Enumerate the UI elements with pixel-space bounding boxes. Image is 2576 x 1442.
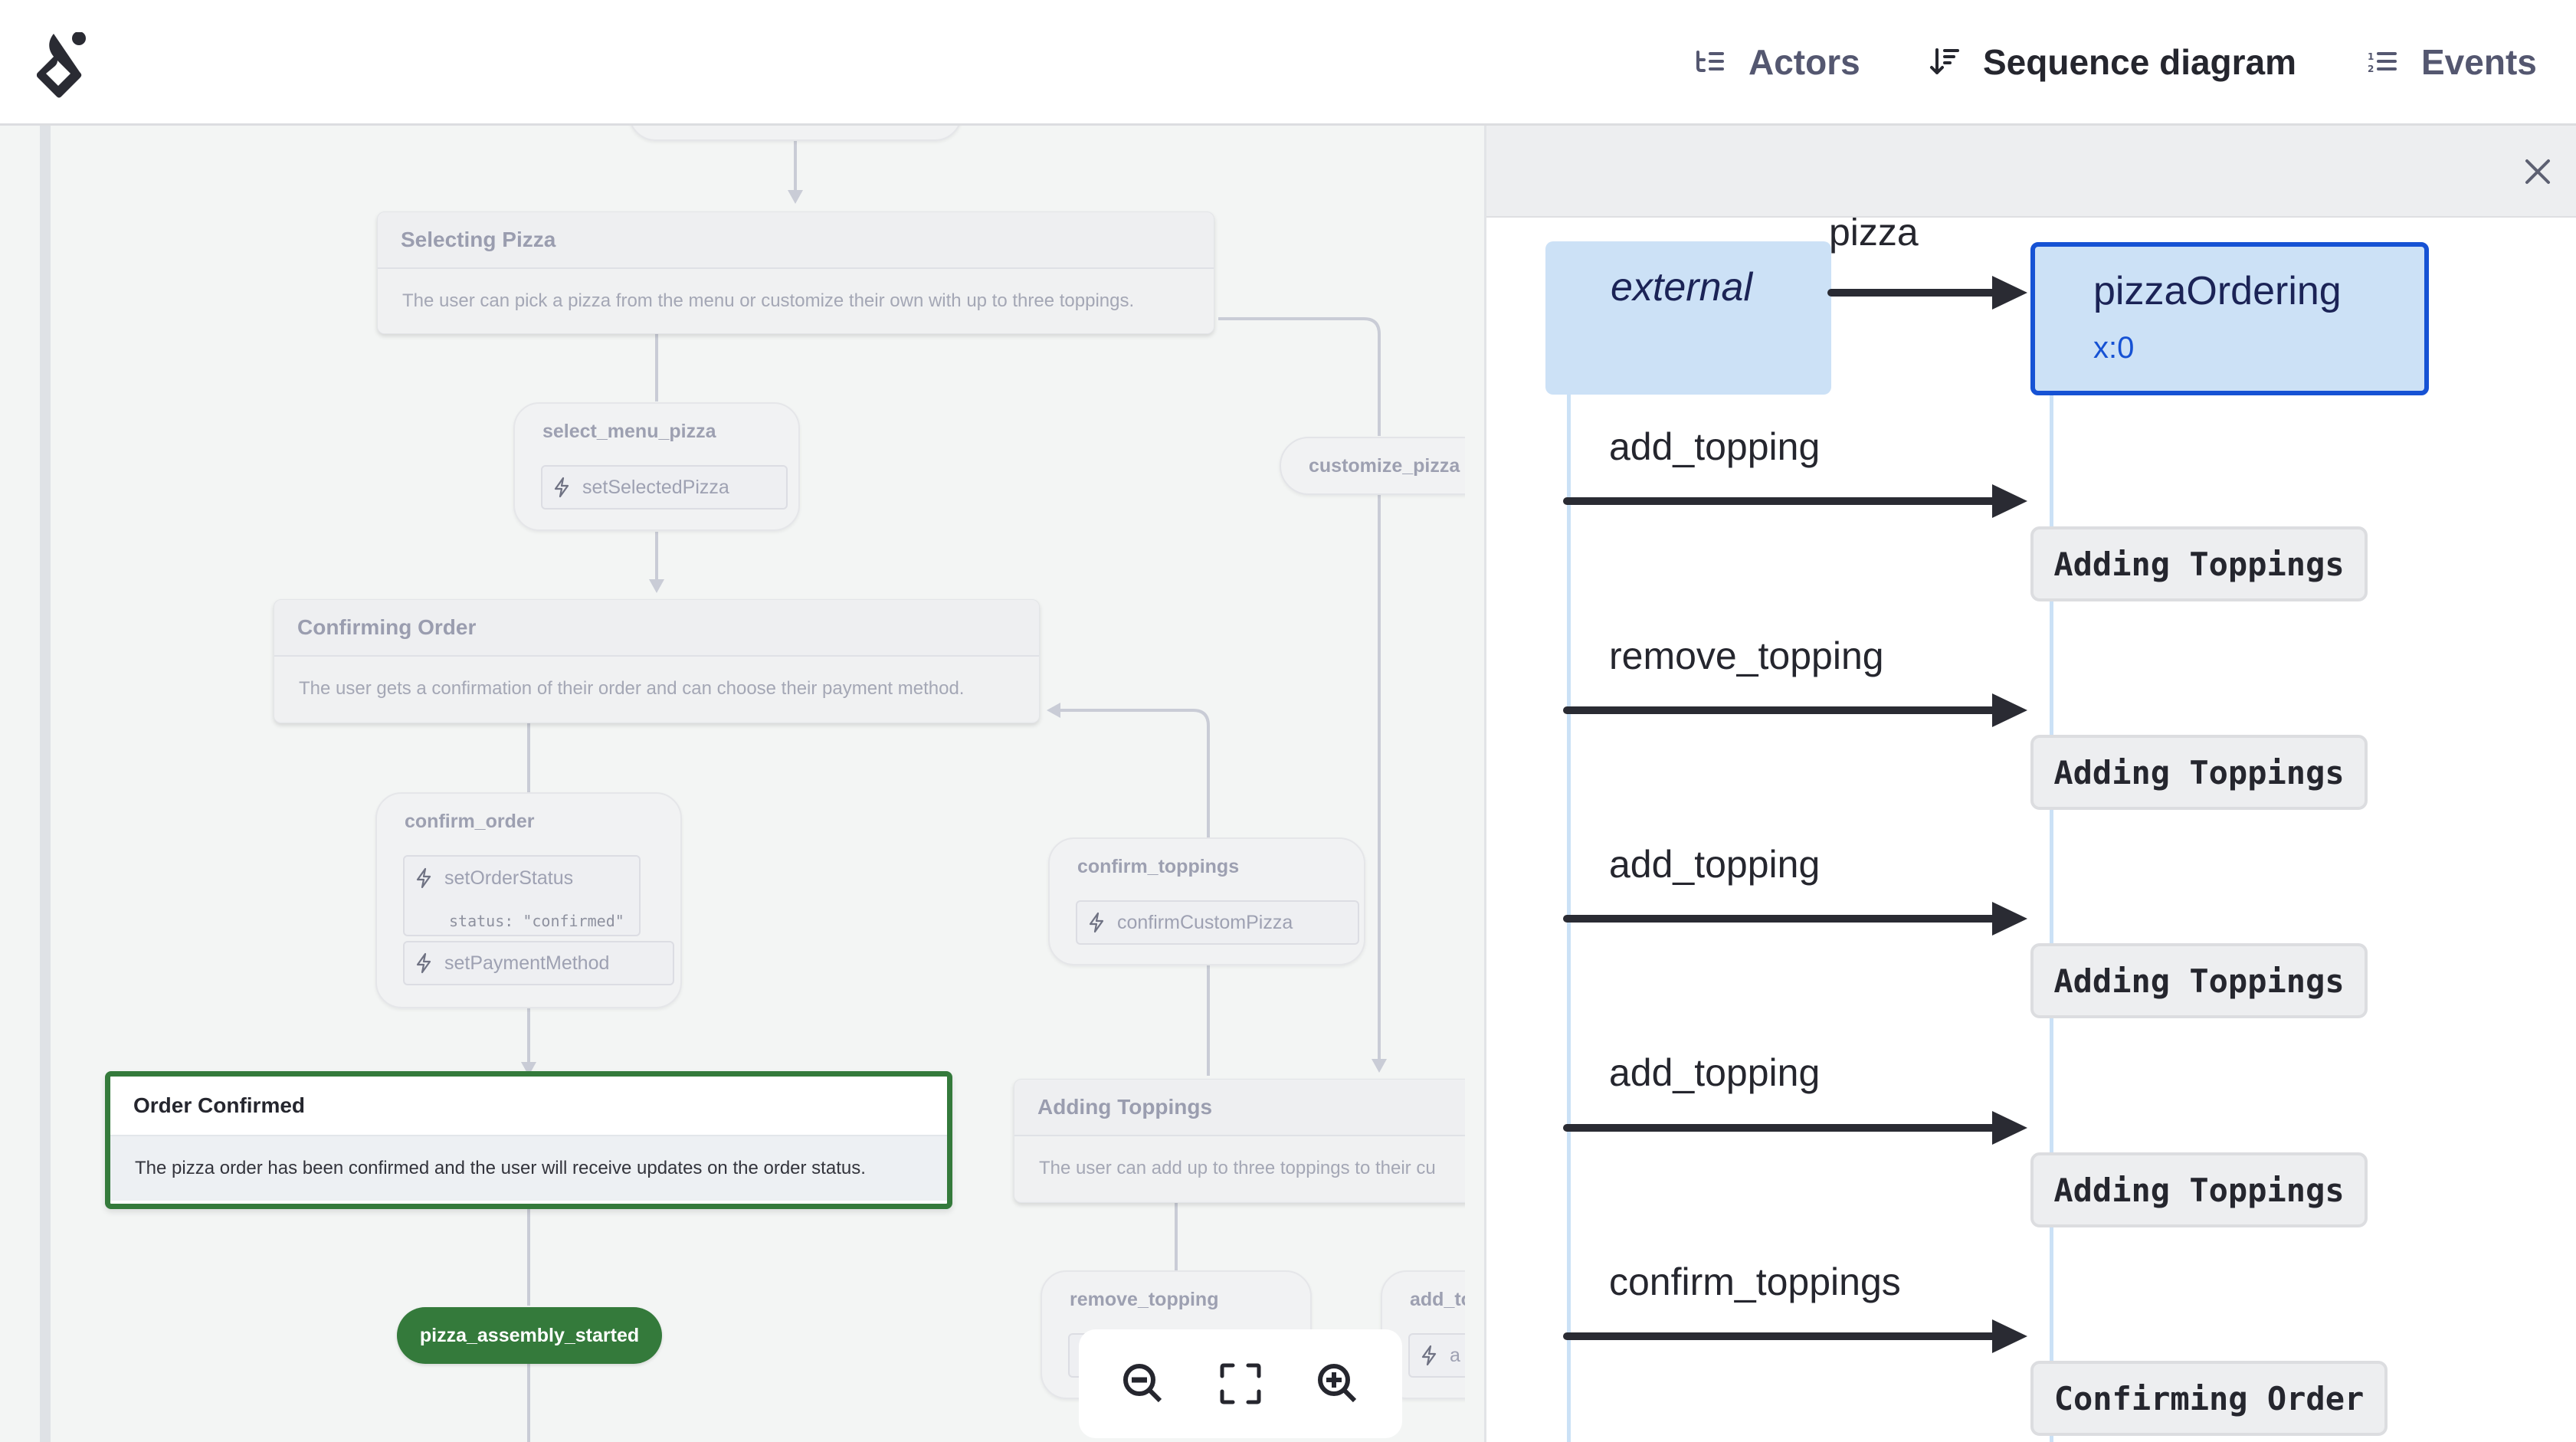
stately-logo-icon[interactable] [37,32,92,98]
close-panel-button[interactable] [2515,149,2561,195]
state-description: The user gets a confirmation of their or… [274,657,1039,721]
tab-actors[interactable]: Actors [1695,37,1860,87]
sequence-sort-icon [1930,48,1959,74]
message-label[interactable]: confirm_toppings [1609,1260,1901,1304]
event-select-menu-pizza[interactable]: select_menu_pizza setSelectedPizza [513,402,800,531]
close-icon [2525,159,2550,184]
event-label: confirm_order [405,811,535,832]
action-set-payment-method[interactable]: setPaymentMethod [403,941,674,985]
lightning-icon [416,867,431,889]
panel-toolbar [1486,126,2576,218]
tab-sequence-diagram-label: Sequence diagram [1983,42,2297,82]
zoom-controls [1079,1329,1402,1438]
sequence-diagram: external pizzaOrdering x:0 pizza add_top… [1486,218,2576,1442]
arrowhead-5 [1992,1319,2027,1353]
event-label: add_to [1410,1289,1465,1310]
state-title: Order Confirmed [110,1077,947,1136]
state-snapshot[interactable]: Adding Toppings [2030,1152,2368,1227]
action-set-selected-pizza[interactable]: setSelectedPizza [541,465,788,510]
numbered-list-icon: 1 2 [2368,51,2397,74]
tab-sequence-diagram[interactable]: Sequence diagram [1929,37,2296,87]
edge-selecting-to-customize [1218,317,1381,436]
state-title: Adding Toppings [1014,1080,1465,1136]
sequence-diagram-panel: external pizzaOrdering x:0 pizza add_top… [1486,126,2576,1442]
zoom-out-icon [1122,1364,1162,1403]
arrowhead-0 [1992,276,2027,310]
event-pizza-assembly-started[interactable]: pizza_assembly_started [397,1307,662,1364]
zoom-in-icon [1318,1364,1357,1403]
lightning-icon [1421,1345,1437,1366]
action-name: a [1450,1344,1460,1366]
event-confirm-toppings[interactable]: confirm_toppings confirmCustomPizza [1048,837,1365,965]
app-header: Actors Sequence diagram 1 2 Events [0,0,2576,126]
state-title: Selecting Pizza [378,212,1214,269]
state-snapshot[interactable]: Adding Toppings [2030,943,2368,1018]
event-label: customize_pizza [1309,454,1460,477]
action-name: setOrderStatus [444,867,574,889]
state-description: The user can pick a pizza from the menu … [378,269,1214,333]
action-name: setPaymentMethod [444,952,610,974]
lightning-icon [1089,912,1104,933]
action-name: confirmCustomPizza [1117,911,1293,933]
tab-events[interactable]: 1 2 Events [2368,37,2537,87]
event-label: pizza_assembly_started [419,1324,640,1346]
state-title: Confirming Order [274,600,1039,657]
actors-list-icon [1696,51,1724,72]
svg-text:2: 2 [2368,64,2374,74]
action-add-topping[interactable]: a [1408,1333,1465,1378]
state-adding-toppings[interactable]: Adding Toppings The user can add up to t… [1014,1079,1465,1203]
arrowhead-1 [1992,484,2027,518]
state-machine-canvas[interactable]: Selecting Pizza The user can pick a pizz… [0,126,1486,1442]
message-label[interactable]: add_topping [1609,424,1820,469]
event-node-partial-top[interactable] [628,126,962,141]
zoom-out-button[interactable] [1113,1353,1174,1414]
zoom-in-button[interactable] [1307,1353,1368,1414]
tab-events-label: Events [2421,42,2537,82]
message-label[interactable]: remove_topping [1609,634,1884,678]
tab-actors-label: Actors [1748,42,1860,82]
state-snapshot[interactable]: Adding Toppings [2030,735,2368,810]
fit-view-button[interactable] [1210,1353,1271,1414]
action-param: status: "confirmed" [449,912,624,930]
state-order-confirmed[interactable]: Order Confirmed The pizza order has been… [105,1071,952,1209]
action-confirm-custom-pizza[interactable]: confirmCustomPizza [1076,900,1359,945]
edge-confirm-toppings-to-confirming [1057,709,1210,838]
lightning-icon [416,952,431,974]
arrowhead-2 [1992,693,2027,727]
event-label: remove_topping [1070,1289,1219,1310]
action-name: setSelectedPizza [582,476,729,498]
arrowhead-3 [1992,902,2027,936]
fit-view-icon [1220,1363,1261,1404]
state-snapshot[interactable]: Confirming Order [2030,1361,2388,1436]
action-set-order-status[interactable]: setOrderStatus status: "confirmed" [403,855,641,936]
state-snapshot[interactable]: Adding Toppings [2030,526,2368,601]
state-confirming-order[interactable]: Confirming Order The user gets a confirm… [274,599,1040,723]
event-label: confirm_toppings [1077,856,1240,877]
state-description: The pizza order has been confirmed and t… [110,1136,947,1201]
event-confirm-order[interactable]: confirm_order setOrderStatus status: "co… [375,792,682,1008]
event-customize-pizza[interactable]: customize_pizza [1280,437,1465,495]
message-arrows [1563,276,2027,1353]
canvas-viewport: Selecting Pizza The user can pick a pizz… [0,126,1465,1442]
event-label: select_menu_pizza [542,421,716,442]
message-label[interactable]: add_topping [1609,842,1820,887]
arrowhead-4 [1992,1111,2027,1145]
state-description: The user can add up to three toppings to… [1014,1136,1465,1201]
state-selecting-pizza[interactable]: Selecting Pizza The user can pick a pizz… [377,211,1214,334]
message-label[interactable]: add_topping [1609,1050,1820,1095]
lightning-icon [554,477,569,498]
svg-text:1: 1 [2368,51,2374,62]
